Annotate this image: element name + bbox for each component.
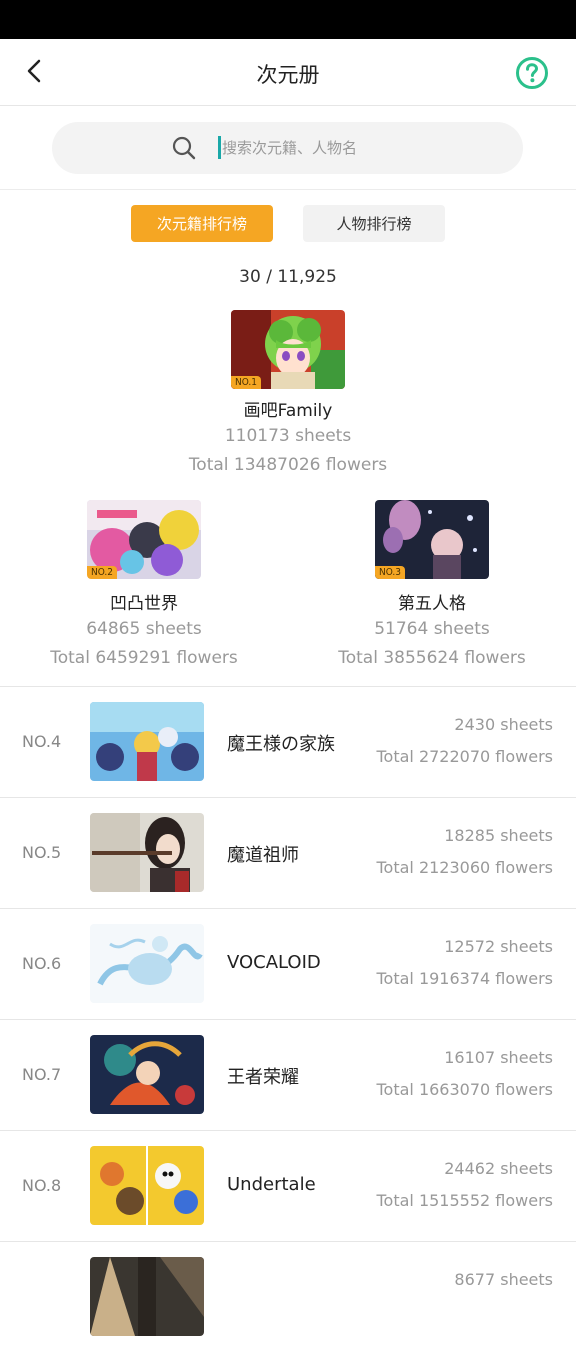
rank-3-sheets: 51764 sheets xyxy=(374,619,490,639)
list-item-name: 魔王様の家族 xyxy=(227,734,335,755)
tab-series-ranking[interactable]: 次元籍排行榜 xyxy=(131,205,273,242)
rank-3-badge: NO.3 xyxy=(375,566,405,579)
list-item-rank: NO.5 xyxy=(22,843,62,862)
rank-2-thumbnail[interactable]: NO.2 xyxy=(87,500,201,579)
help-icon[interactable] xyxy=(515,56,549,90)
rank-1-sheets: 110173 sheets xyxy=(224,426,352,446)
list-item-sheets: 2430 sheets xyxy=(454,715,553,734)
rank-1-badge: NO.1 xyxy=(231,376,261,389)
rank-2-flowers: Total 6459291 flowers xyxy=(50,648,238,668)
page-title: 次元册 xyxy=(256,63,320,87)
list-item-flowers: Total 2123060 flowers xyxy=(376,858,553,877)
list-item-flowers: Total 1515552 flowers xyxy=(376,1191,553,1210)
rank-3-name[interactable]: 第五人格 xyxy=(308,589,556,614)
app-header: 次元册 xyxy=(0,39,576,106)
search-input[interactable] xyxy=(222,135,502,161)
rank-1-thumbnail[interactable]: NO.1 xyxy=(231,310,345,389)
tab-character-ranking[interactable]: 人物排行榜 xyxy=(303,205,445,242)
list-item-rank: NO.6 xyxy=(22,954,62,973)
list-item-name: VOCALOID xyxy=(227,952,321,973)
search-icon xyxy=(171,135,197,161)
search-bar[interactable] xyxy=(52,122,523,174)
text-cursor xyxy=(218,136,221,159)
list-item-sheets: 18285 sheets xyxy=(444,826,553,845)
list-item-name: Undertale xyxy=(227,1174,316,1195)
list-item-thumbnail[interactable] xyxy=(90,1146,204,1225)
rank-1-name[interactable]: 画吧Family xyxy=(160,396,416,421)
list-item-flowers: Total 1663070 flowers xyxy=(376,1080,553,1099)
list-item[interactable]: 8677 sheets xyxy=(0,1241,576,1353)
rank-3-flowers: Total 3855624 flowers xyxy=(338,648,526,668)
list-item-name: 王者荣耀 xyxy=(227,1067,299,1088)
rank-3-thumbnail[interactable]: NO.3 xyxy=(375,500,489,579)
list-item-sheets: 16107 sheets xyxy=(444,1048,553,1067)
list-item-sheets: 24462 sheets xyxy=(444,1159,553,1178)
list-item-thumbnail[interactable] xyxy=(90,1257,204,1336)
list-item[interactable]: NO.4 魔王様の家族 2430 sheets Total 2722070 fl… xyxy=(0,686,576,798)
list-item-rank: NO.7 xyxy=(22,1065,62,1084)
list-item-thumbnail[interactable] xyxy=(90,813,204,892)
list-item[interactable]: NO.8 Undertale 24462 sheets Total 151555… xyxy=(0,1130,576,1242)
search-section xyxy=(0,106,576,190)
result-count: 30 / 11,925 xyxy=(239,267,337,287)
list-item-name: 魔道祖师 xyxy=(227,845,299,866)
list-item-flowers: Total 1916374 flowers xyxy=(376,969,553,988)
rank-2-name[interactable]: 凹凸世界 xyxy=(20,589,268,614)
list-item[interactable]: NO.6 VOCALOID 12572 sheets Total 1916374… xyxy=(0,908,576,1020)
list-item-rank: NO.8 xyxy=(22,1176,62,1195)
list-item-thumbnail[interactable] xyxy=(90,1035,204,1114)
list-item-flowers: Total 2722070 flowers xyxy=(376,747,553,766)
status-bar xyxy=(0,0,576,39)
list-item-thumbnail[interactable] xyxy=(90,702,204,781)
rank-1-flowers: Total 13487026 flowers xyxy=(188,455,388,475)
rank-2-sheets: 64865 sheets xyxy=(86,619,202,639)
list-item-sheets: 12572 sheets xyxy=(444,937,553,956)
list-item[interactable]: NO.7 王者荣耀 16107 sheets Total 1663070 flo… xyxy=(0,1019,576,1131)
rank-2-badge: NO.2 xyxy=(87,566,117,579)
list-item-thumbnail[interactable] xyxy=(90,924,204,1003)
list-item[interactable]: NO.5 魔道祖师 18285 sheets Total 2123060 flo… xyxy=(0,797,576,909)
list-item-rank: NO.4 xyxy=(22,732,62,751)
